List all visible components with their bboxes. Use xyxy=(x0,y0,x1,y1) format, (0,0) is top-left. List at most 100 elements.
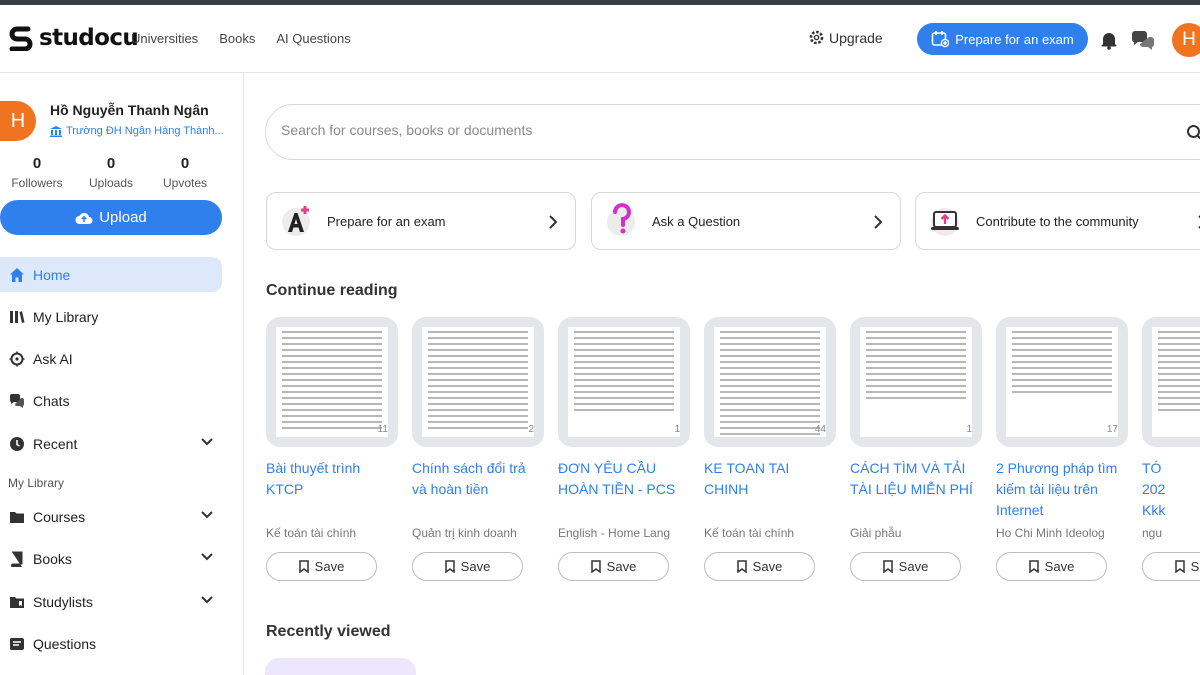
save-button[interactable]: Save xyxy=(996,552,1107,581)
document-course[interactable]: Quản trị kinh doanh xyxy=(412,526,534,540)
document-thumbnail[interactable]: 11 xyxy=(266,317,398,447)
ask-question-card[interactable]: Ask a Question xyxy=(591,192,901,250)
document-course[interactable]: Ho Chi Minh Ideolog xyxy=(996,526,1118,540)
profile-avatar[interactable]: H xyxy=(0,101,36,141)
document-title[interactable]: 2 Phương pháp tìm kiếm tài liệu trên Int… xyxy=(996,458,1121,521)
top-navbar: studocu Universities Books AI Questions … xyxy=(0,5,1200,73)
save-label: Save xyxy=(1190,559,1200,574)
stat-label: Uploads xyxy=(88,176,134,190)
save-button[interactable]: Save xyxy=(558,552,669,581)
university-icon xyxy=(50,125,62,137)
nav-ai-questions[interactable]: AI Questions xyxy=(276,31,350,46)
bookmark-icon xyxy=(590,560,601,573)
sidebar-item-studylists[interactable]: Studylists xyxy=(0,584,222,619)
profile-university[interactable]: Trường ĐH Ngân Hàng Thành... xyxy=(50,125,224,137)
document-title[interactable]: Chính sách đổi trả và hoàn tiền xyxy=(412,458,537,500)
document-thumbnail[interactable]: 1 xyxy=(558,317,690,447)
my-library-section-label: My Library xyxy=(8,476,65,490)
page-count: 44 xyxy=(814,424,826,435)
document-card[interactable]: 11 Bài thuyết trình KTCP Kế toán tài chí… xyxy=(256,317,398,581)
bell-icon[interactable] xyxy=(1099,30,1119,50)
stat-followers[interactable]: 0 Followers xyxy=(0,155,74,190)
document-card[interactable]: 17 2 Phương pháp tìm kiếm tài liệu trên … xyxy=(986,317,1128,581)
stat-upvotes[interactable]: 0 Upvotes xyxy=(148,155,222,190)
sidebar-item-label: My Library xyxy=(33,308,99,325)
chevron-down-icon[interactable] xyxy=(200,595,214,605)
question-mark-icon xyxy=(607,203,635,236)
prepare-exam-card[interactable]: Prepare for an exam xyxy=(266,192,576,250)
document-card[interactable]: TÓ 202 Kkk ngu Save xyxy=(1132,317,1200,581)
document-thumbnail[interactable]: 17 xyxy=(996,317,1128,447)
search-input[interactable] xyxy=(281,122,1081,138)
document-thumbnail[interactable]: 44 xyxy=(704,317,836,447)
document-card[interactable]: 1 ĐƠN YÊU CẦU HOÀN TIỀN - PCS English - … xyxy=(548,317,690,581)
document-thumbnail[interactable]: 2 xyxy=(412,317,544,447)
chevron-down-icon[interactable] xyxy=(200,437,214,447)
save-label: Save xyxy=(898,559,929,574)
save-button[interactable]: Save xyxy=(704,552,815,581)
chevron-down-icon[interactable] xyxy=(200,552,214,562)
document-title[interactable]: Bài thuyết trình KTCP xyxy=(266,458,391,500)
document-title[interactable]: KE TOAN TAI CHINH xyxy=(704,458,829,500)
profile-name[interactable]: Hồ Nguyễn Thanh Ngân xyxy=(50,102,209,118)
questions-icon xyxy=(10,637,24,650)
save-label: Save xyxy=(460,559,491,574)
search-bar[interactable] xyxy=(265,104,1200,160)
sidebar-item-ask-ai[interactable]: Ask AI xyxy=(0,341,222,376)
sidebar-item-recent[interactable]: Recent xyxy=(0,426,222,461)
document-title[interactable]: ĐƠN YÊU CẦU HOÀN TIỀN - PCS xyxy=(558,458,683,500)
user-avatar[interactable]: H xyxy=(1172,23,1200,57)
page-count: 11 xyxy=(377,424,388,435)
document-course[interactable]: ngu xyxy=(1142,526,1192,540)
document-course[interactable]: Kế toán tài chính xyxy=(704,526,826,540)
recent-item-card[interactable] xyxy=(265,658,416,675)
search-icon[interactable] xyxy=(1186,124,1200,142)
document-title[interactable]: CÁCH TÌM VÀ TẢI TÀI LIỆU MIỄN PHÍ xyxy=(850,458,975,500)
messages-icon[interactable] xyxy=(1131,31,1155,51)
save-button[interactable]: Save xyxy=(1142,552,1200,581)
upload-button[interactable]: Upload xyxy=(0,200,222,235)
page-count: 2 xyxy=(528,424,534,435)
contribute-card[interactable]: Contribute to the community xyxy=(915,192,1200,250)
bookmark-icon xyxy=(882,560,893,573)
gear-icon xyxy=(809,30,824,45)
recently-viewed-heading: Recently viewed xyxy=(266,623,391,640)
document-course[interactable]: English - Home Lang xyxy=(558,526,680,540)
studocu-logo[interactable]: studocu xyxy=(8,25,139,51)
upgrade-button[interactable]: Upgrade xyxy=(808,29,883,46)
sidebar-item-label: Questions xyxy=(33,635,97,652)
chevron-down-icon[interactable] xyxy=(200,510,214,520)
sidebar-item-books[interactable]: Books xyxy=(0,541,222,576)
a-plus-icon xyxy=(282,206,310,236)
document-card[interactable]: 44 KE TOAN TAI CHINH Kế toán tài chính S… xyxy=(694,317,836,581)
continue-reading-heading: Continue reading xyxy=(266,282,398,299)
document-thumbnail[interactable]: 1 xyxy=(850,317,982,447)
page-count: 17 xyxy=(1106,424,1118,435)
stat-value: 0 xyxy=(32,155,42,172)
save-button[interactable]: Save xyxy=(266,552,377,581)
nav-books[interactable]: Books xyxy=(219,31,255,46)
document-title[interactable]: TÓ 202 Kkk xyxy=(1142,458,1182,521)
prepare-exam-button[interactable]: Prepare for an exam xyxy=(917,23,1088,55)
document-card[interactable]: 2 Chính sách đổi trả và hoàn tiền Quản t… xyxy=(402,317,544,581)
save-button[interactable]: Save xyxy=(412,552,523,581)
sidebar-item-my-library[interactable]: My Library xyxy=(0,299,222,334)
ai-icon xyxy=(9,351,25,366)
sidebar-item-questions[interactable]: Questions xyxy=(0,626,222,661)
save-button[interactable]: Save xyxy=(850,552,961,581)
sidebar-item-courses[interactable]: Courses xyxy=(0,499,222,534)
sidebar-item-home[interactable]: Home xyxy=(0,257,222,292)
sidebar-item-label: Recent xyxy=(33,435,78,452)
save-label: Save xyxy=(314,559,345,574)
home-icon xyxy=(10,267,24,282)
stat-uploads[interactable]: 0 Uploads xyxy=(74,155,148,190)
document-page-preview xyxy=(860,327,972,437)
stat-value: 0 xyxy=(106,155,116,172)
main-content: Prepare for an exam Ask a Question Contr… xyxy=(244,73,1200,675)
document-course[interactable]: Giải phẫu xyxy=(850,526,972,540)
document-course[interactable]: Kế toán tài chính xyxy=(266,526,388,540)
document-card[interactable]: 1 CÁCH TÌM VÀ TẢI TÀI LIỆU MIỄN PHÍ Giải… xyxy=(840,317,982,581)
sidebar-item-chats[interactable]: Chats xyxy=(0,383,222,418)
document-thumbnail[interactable] xyxy=(1142,317,1200,447)
nav-universities[interactable]: Universities xyxy=(131,31,198,46)
